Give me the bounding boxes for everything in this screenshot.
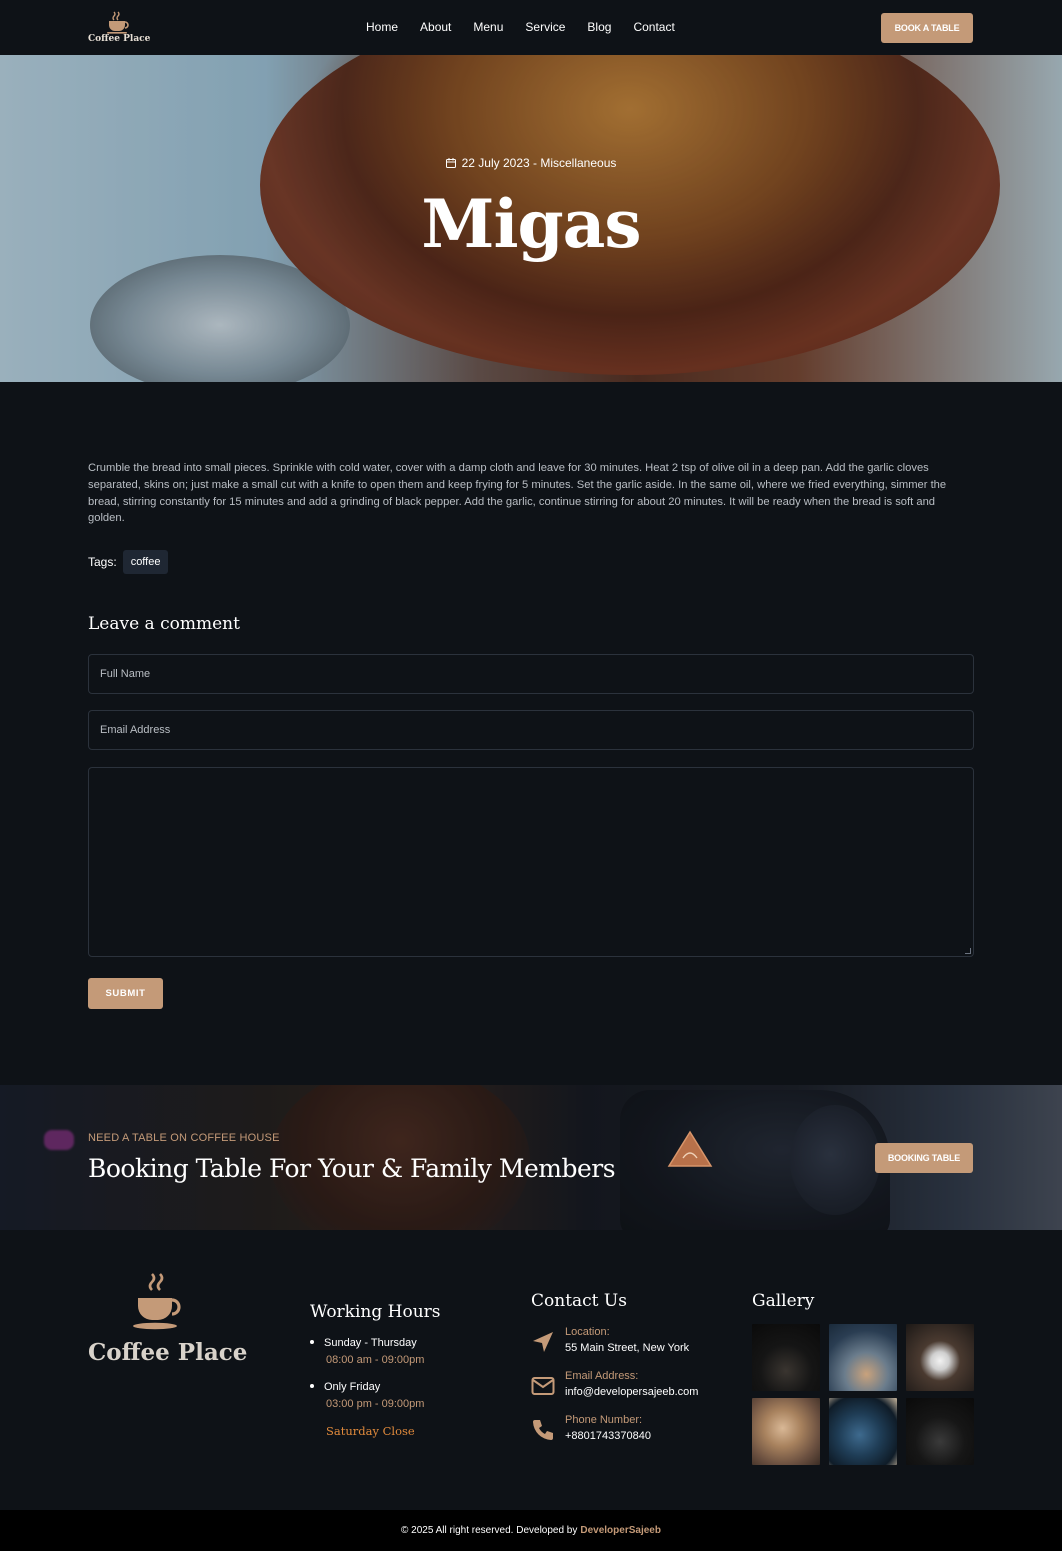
- main-menu: Home About Menu Service Blog Contact: [366, 20, 675, 34]
- nav-link-service[interactable]: Service: [525, 20, 565, 34]
- footer-logo-text: Coffee Place: [88, 1339, 248, 1366]
- nav-link-blog[interactable]: Blog: [587, 20, 611, 34]
- banner-title: Booking Table For Your & Family Members: [88, 1154, 616, 1183]
- location-arrow-icon: [533, 1332, 553, 1352]
- contact-label: Location:: [565, 1326, 610, 1338]
- post-meta: 22 July 2023 - Miscellaneous: [0, 156, 1062, 170]
- calendar-icon: [445, 158, 456, 168]
- contact-email: Email Address: info@developersajeeb.com: [531, 1370, 698, 1398]
- hours-days: Sunday - Thursday: [324, 1337, 417, 1349]
- contact-phone: Phone Number: +8801743370840: [531, 1414, 651, 1442]
- email-placeholder: Email Address: [100, 724, 171, 736]
- gallery-image[interactable]: [906, 1398, 974, 1465]
- email-input[interactable]: Email Address: [88, 710, 974, 750]
- envelope-icon: [531, 1377, 555, 1395]
- footer-gallery: [752, 1324, 974, 1465]
- post-date-category: 22 July 2023 - Miscellaneous: [461, 156, 617, 170]
- gallery-image[interactable]: [752, 1398, 820, 1465]
- machine-brand-badge-icon: [667, 1130, 713, 1167]
- gallery-title: Gallery: [752, 1291, 815, 1311]
- book-table-button[interactable]: BOOK A TABLE: [881, 13, 973, 43]
- logo-text: Coffee Place: [88, 34, 151, 44]
- contact-value: 55 Main Street, New York: [565, 1342, 690, 1354]
- developer-link[interactable]: DeveloperSajeeb: [580, 1525, 661, 1536]
- post-title: Migas: [421, 185, 641, 263]
- nav-link-menu[interactable]: Menu: [473, 20, 503, 34]
- banner-kicker: NEED A TABLE ON COFFEE HOUSE: [88, 1132, 280, 1144]
- submit-button[interactable]: SUBMIT: [88, 978, 163, 1009]
- bullet-icon: [310, 1384, 314, 1389]
- tags-label: Tags:: [88, 555, 117, 569]
- contact-us-title: Contact Us: [531, 1291, 627, 1311]
- post-tags: Tags: coffee: [88, 550, 169, 574]
- nav-link-about[interactable]: About: [420, 20, 451, 34]
- resize-handle[interactable]: [965, 948, 971, 954]
- hero-banner: 22 July 2023 - Miscellaneous Migas: [0, 55, 1062, 382]
- gallery-image[interactable]: [829, 1398, 897, 1465]
- full-name-input[interactable]: Full Name: [88, 654, 974, 694]
- hours-days: Only Friday: [324, 1381, 381, 1393]
- floating-chat-blob: [44, 1130, 74, 1150]
- tag-coffee[interactable]: coffee: [122, 550, 169, 574]
- contact-email-link[interactable]: info@developersajeeb.com: [565, 1386, 698, 1398]
- copyright-text: © 2025 All right reserved. Developed by: [401, 1525, 578, 1536]
- saturday-closed-note: Saturday Close: [326, 1424, 415, 1438]
- contact-phone-link[interactable]: +8801743370840: [565, 1430, 651, 1442]
- full-name-placeholder: Full Name: [100, 668, 151, 680]
- hours-item: Only Friday: [310, 1381, 380, 1393]
- gallery-image[interactable]: [829, 1324, 897, 1391]
- contact-location: Location: 55 Main Street, New York: [531, 1326, 689, 1354]
- bullet-icon: [310, 1340, 314, 1345]
- copyright-bar: © 2025 All right reserved. Developed by …: [0, 1510, 1062, 1551]
- article-body: Crumble the bread into small pieces. Spr…: [88, 460, 974, 527]
- contact-label: Phone Number:: [565, 1414, 643, 1426]
- article-text: Crumble the bread into small pieces. Spr…: [88, 462, 947, 525]
- working-hours-title: Working Hours: [310, 1302, 441, 1322]
- hours-time: 03:00 pm - 09:00pm: [326, 1398, 425, 1410]
- nav-link-contact[interactable]: Contact: [633, 20, 674, 34]
- hours-item: Sunday - Thursday: [310, 1337, 417, 1349]
- booking-table-button[interactable]: BOOKING TABLE: [875, 1143, 973, 1173]
- hours-time: 08:00 am - 09:00pm: [326, 1354, 425, 1366]
- footer-logo[interactable]: Coffee Place: [88, 1272, 248, 1366]
- nav-link-home[interactable]: Home: [366, 20, 398, 34]
- gallery-image[interactable]: [906, 1324, 974, 1391]
- comment-textarea[interactable]: [88, 767, 974, 957]
- contact-label: Email Address:: [565, 1370, 639, 1382]
- gallery-image[interactable]: [752, 1324, 820, 1391]
- site-logo[interactable]: Coffee Place: [88, 10, 151, 48]
- coffee-cup-icon: [133, 1273, 181, 1330]
- phone-icon: [533, 1420, 553, 1440]
- coffee-cup-icon: [107, 11, 129, 34]
- comment-section-title: Leave a comment: [88, 614, 240, 634]
- top-navbar: Coffee Place Home About Menu Service Blo…: [0, 0, 1062, 55]
